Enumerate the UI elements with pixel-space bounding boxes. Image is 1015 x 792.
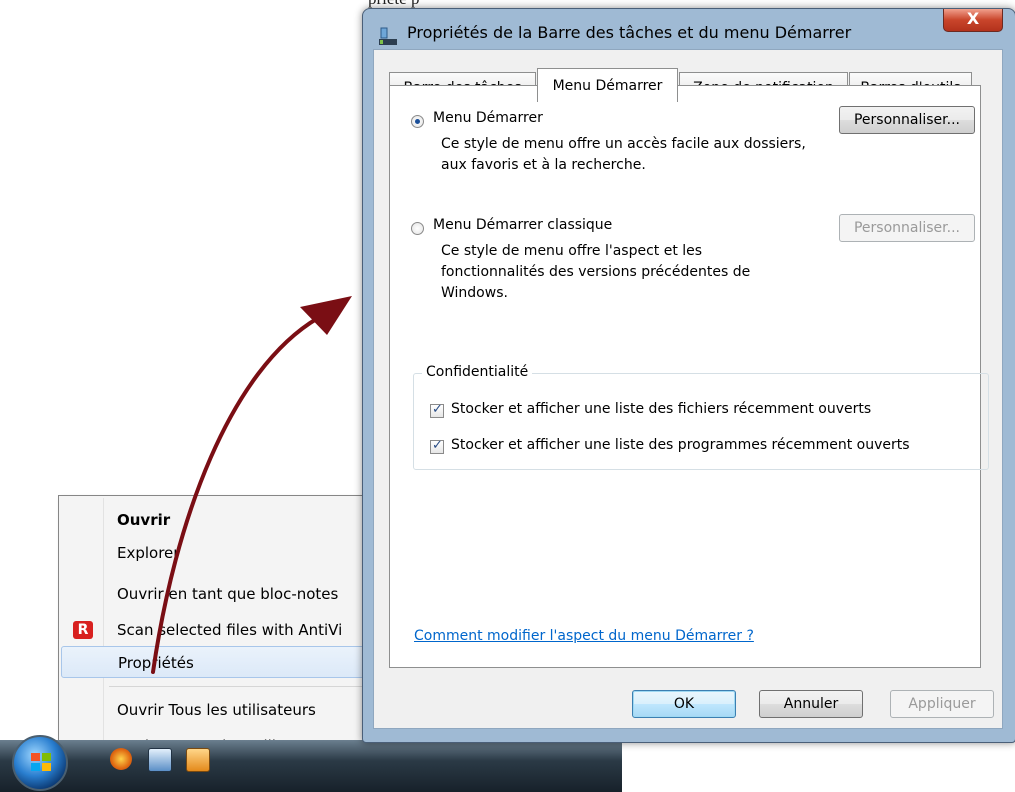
dialog-title: Propriétés de la Barre des tâches et du … [407, 23, 852, 42]
show-desktop-icon[interactable] [148, 748, 172, 772]
classic-start-menu-description: Ce style de menu offre l'aspect et les f… [441, 243, 751, 301]
help-link[interactable]: Comment modifier l'aspect du menu Démarr… [414, 628, 754, 644]
windows-logo-icon [31, 753, 51, 771]
start-menu-radio-label[interactable]: Menu Démarrer [433, 110, 543, 126]
menu-item-scan-antivir[interactable]: R Scan selected files with AntiVi [61, 614, 402, 646]
cancel-button[interactable]: Annuler [759, 690, 863, 718]
privacy-group-legend: Confidentialité [422, 364, 533, 380]
menu-item-explore[interactable]: Explorer [61, 537, 402, 569]
menu-item-label: Propriétés [118, 654, 194, 672]
avira-icon: R [73, 621, 93, 639]
store-recent-programs-checkbox[interactable] [430, 438, 444, 454]
menu-item-label: Scan selected files with AntiVi [117, 621, 343, 639]
taskbar [0, 735, 622, 792]
start-menu-tab-panel: Menu Démarrer Ce style de menu offre un … [389, 85, 989, 668]
start-button[interactable] [12, 735, 68, 791]
customize-start-menu-button[interactable]: Personnaliser... [839, 106, 975, 134]
menu-item-open-all-users[interactable]: Ouvrir Tous les utilisateurs [61, 694, 402, 726]
ok-button[interactable]: OK [632, 690, 736, 718]
menu-item-properties[interactable]: Propriétés [61, 646, 402, 678]
menu-separator [109, 686, 399, 687]
classic-start-menu-radio[interactable] [411, 222, 424, 235]
menu-item-open-as-notepad[interactable]: Ouvrir en tant que bloc-notes [61, 578, 402, 610]
tab-start-menu[interactable]: Menu Démarrer [537, 68, 678, 102]
classic-start-menu-radio-label[interactable]: Menu Démarrer classique [433, 217, 612, 233]
menu-item-label: Ouvrir [117, 511, 171, 529]
customize-classic-menu-button: Personnaliser... [839, 214, 975, 242]
arrow-head [300, 296, 352, 335]
apply-button: Appliquer [890, 690, 994, 718]
store-recent-files-checkbox[interactable] [430, 402, 444, 418]
context-menu: Ouvrir Explorer Ouvrir en tant que bloc-… [58, 495, 403, 768]
close-button[interactable]: X [943, 9, 1003, 32]
taskbar-properties-dialog: Propriétés de la Barre des tâches et du … [362, 8, 1015, 743]
firefox-icon[interactable] [110, 748, 132, 770]
start-menu-radio[interactable] [411, 115, 424, 128]
explorer-folder-icon[interactable] [186, 748, 210, 772]
menu-item-label: Explorer [117, 544, 180, 562]
taskbar-properties-icon [379, 27, 397, 45]
menu-item-label: Ouvrir en tant que bloc-notes [117, 585, 339, 603]
dialog-body: Barre des tâches Menu Démarrer Zone de n… [373, 49, 1003, 729]
store-recent-programs-label[interactable]: Stocker et afficher une liste des progra… [451, 437, 910, 453]
privacy-group: Confidentialité Stocker et afficher une … [413, 364, 989, 470]
menu-item-open[interactable]: Ouvrir [61, 504, 402, 536]
store-recent-files-label[interactable]: Stocker et afficher une liste des fichie… [451, 401, 871, 417]
start-menu-description: Ce style de menu offre un accès facile a… [441, 136, 806, 173]
menu-item-label: Ouvrir Tous les utilisateurs [117, 701, 316, 719]
